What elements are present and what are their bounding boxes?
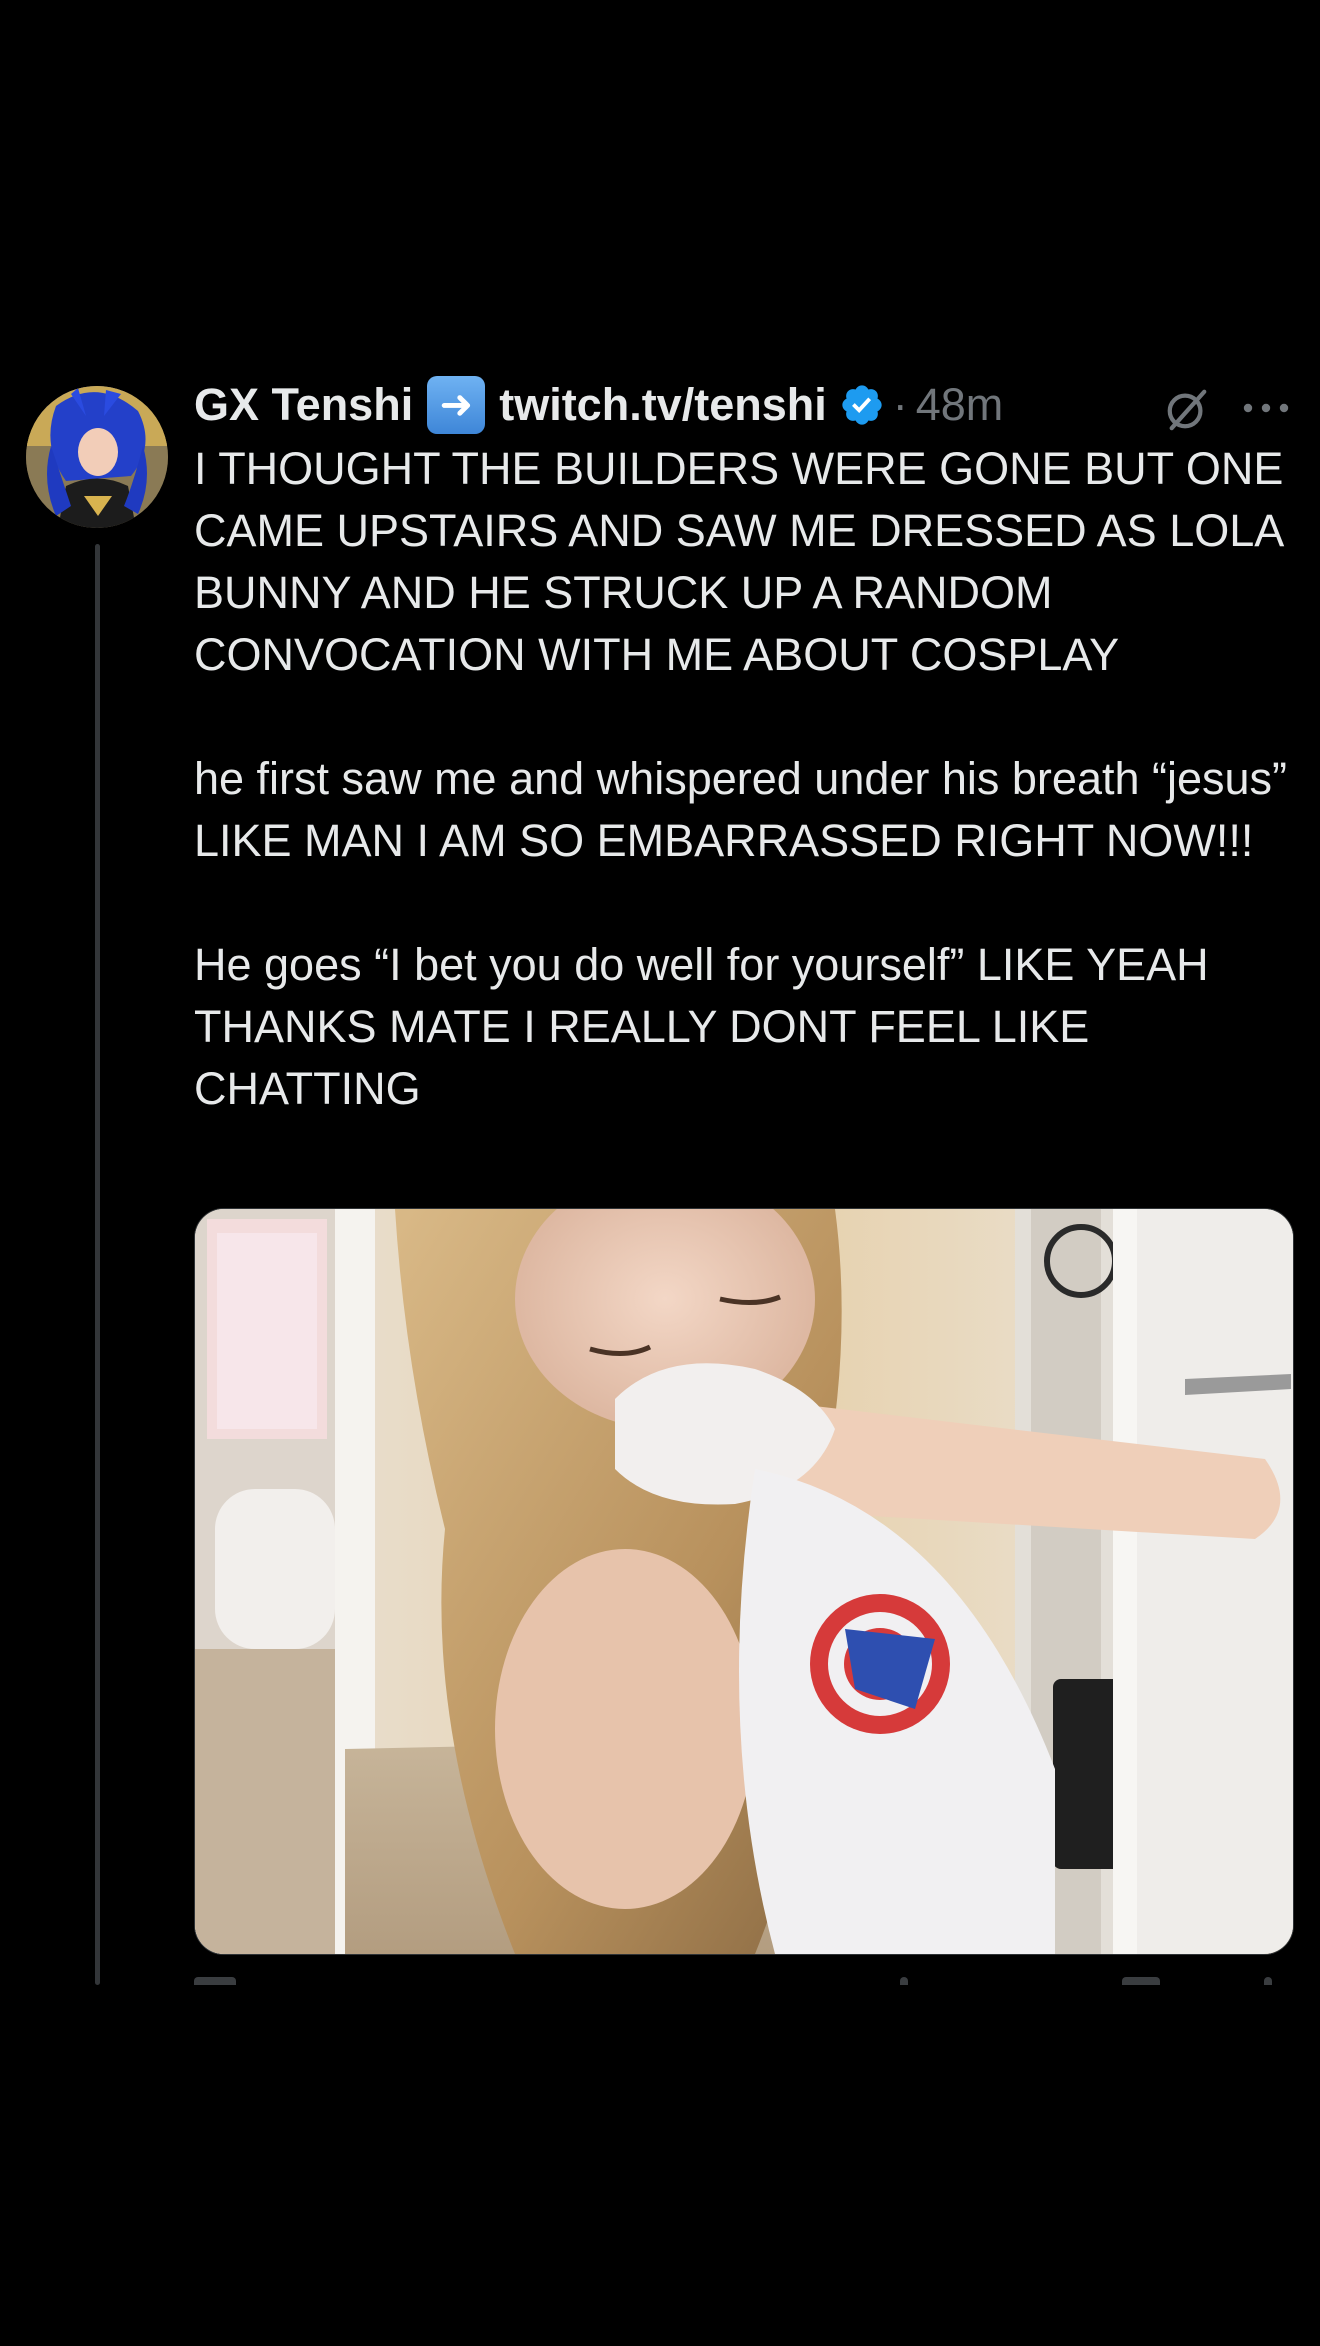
author-avatar[interactable]	[26, 386, 168, 528]
more-options-icon[interactable]	[1242, 400, 1290, 416]
post-body: GX Tenshi ➜ twitch.tv/tenshi · 48m I THO…	[194, 374, 1294, 1120]
header-separator: ·	[892, 379, 908, 430]
author-name-link[interactable]: twitch.tv/tenshi	[499, 379, 827, 431]
verified-badge-icon[interactable]	[839, 382, 885, 428]
author-display-name[interactable]: GX Tenshi	[194, 379, 413, 431]
post-text-paragraph: I THOUGHT THE BUILDERS WERE GONE BUT ONE…	[194, 443, 1284, 680]
action-bar-partial	[194, 1977, 236, 1985]
post-photo[interactable]	[194, 1208, 1294, 1955]
post[interactable]: GX Tenshi ➜ twitch.tv/tenshi · 48m I THO…	[0, 360, 1320, 1985]
post-text-paragraph: he first saw me and whispered under his …	[194, 753, 1288, 866]
post-text: I THOUGHT THE BUILDERS WERE GONE BUT ONE…	[194, 438, 1294, 1120]
right-arrow-emoji-icon: ➜	[427, 376, 486, 434]
thread-line	[95, 544, 100, 1985]
grok-icon[interactable]	[1164, 386, 1210, 432]
action-bar-partial	[900, 1977, 908, 1985]
action-bar-partial	[1122, 1977, 1160, 1985]
action-bar-partial	[1264, 1977, 1272, 1985]
post-text-paragraph: He goes “I bet you do well for yourself”…	[194, 939, 1209, 1114]
post-timestamp[interactable]: 48m	[916, 379, 1004, 431]
post-header: GX Tenshi ➜ twitch.tv/tenshi · 48m	[194, 374, 1294, 436]
